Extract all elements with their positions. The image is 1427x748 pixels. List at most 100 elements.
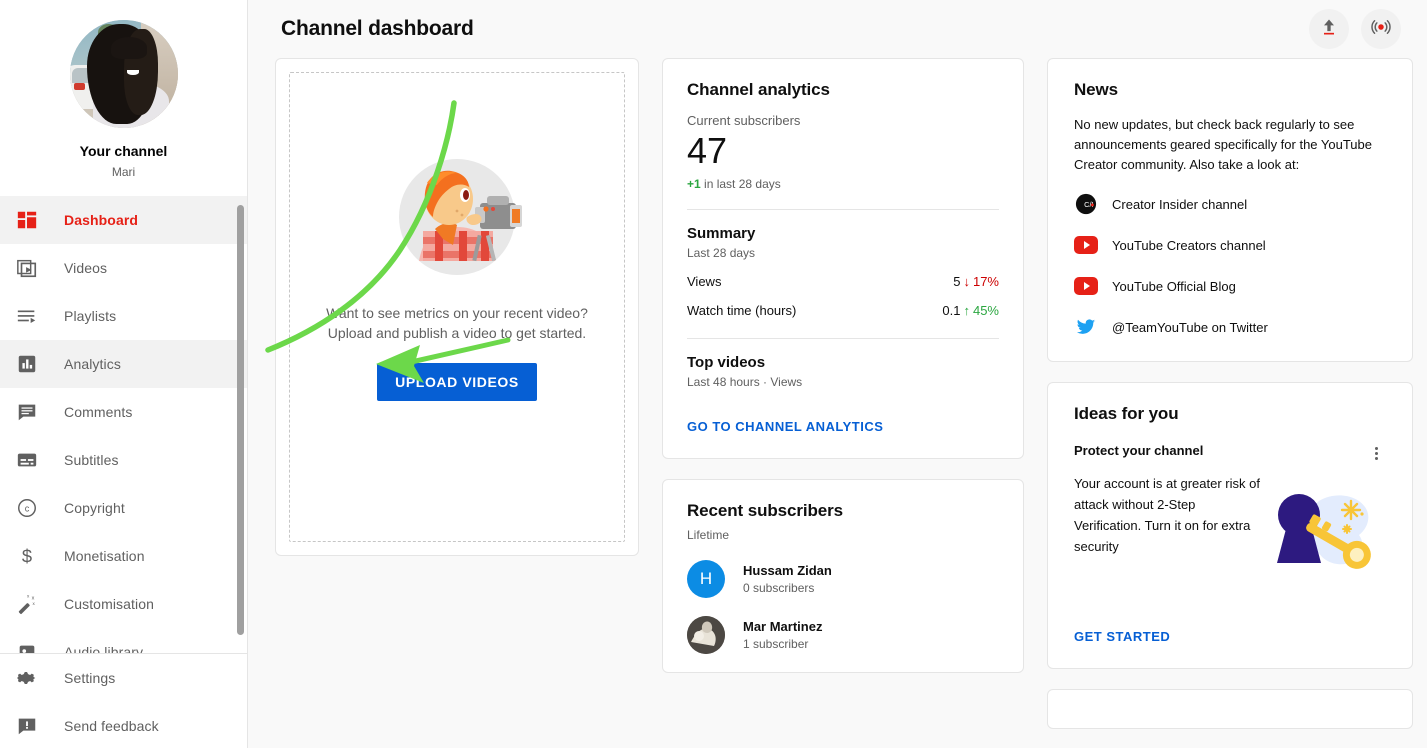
recent-subscribers-card: Recent subscribers Lifetime H Hussam Zid… <box>662 479 1024 673</box>
card-title: News <box>1074 80 1119 99</box>
news-link-youtube-creators[interactable]: YouTube Creators channel <box>1074 233 1386 257</box>
dashboard-columns: Want to see metrics on your recent video… <box>248 58 1427 729</box>
trend-down-icon: ↓ <box>963 274 970 289</box>
sidebar-item-label: Comments <box>64 404 133 420</box>
sidebar: Your channel Mari Dashboard Videos Playl… <box>0 0 248 748</box>
lock-and-key-illustration <box>1261 487 1386 579</box>
sidebar-item-label: Videos <box>64 260 108 276</box>
copyright-icon: c <box>16 496 46 520</box>
channel-block: Your channel Mari <box>0 0 247 194</box>
sidebar-item-label: Monetisation <box>64 548 145 564</box>
metric-value-group: 5 ↓ 17% <box>953 274 999 289</box>
metric-value: 0.1 <box>942 303 961 318</box>
youtube-icon <box>1074 233 1098 257</box>
subscriber-name: Mar Martinez <box>743 619 823 634</box>
sidebar-item-videos[interactable]: Videos <box>0 244 247 292</box>
sidebar-item-customisation[interactable]: xxx Customisation <box>0 580 247 628</box>
subscriber-row[interactable]: Mar Martinez 1 subscriber <box>687 616 999 654</box>
go-to-channel-analytics-link[interactable]: GO TO CHANNEL ANALYTICS <box>687 419 883 434</box>
gear-icon <box>16 666 46 690</box>
analytics-icon <box>16 352 46 376</box>
sidebar-item-monetisation[interactable]: $ Monetisation <box>0 532 247 580</box>
upload-dropzone[interactable]: Want to see metrics on your recent video… <box>289 72 625 542</box>
news-link-label: @TeamYouTube on Twitter <box>1112 319 1268 335</box>
sidebar-item-comments[interactable]: Comments <box>0 388 247 436</box>
feedback-icon <box>16 714 46 738</box>
sidebar-item-playlists[interactable]: Playlists <box>0 292 247 340</box>
sidebar-item-label: Analytics <box>64 356 121 372</box>
metric-row: Watch time (hours) 0.1 ↑ 45% <box>687 303 999 318</box>
youtube-icon <box>1074 274 1098 298</box>
videographer-illustration <box>383 143 531 291</box>
subscribers-delta-value: +1 <box>687 177 701 191</box>
news-link-label: YouTube Official Blog <box>1112 278 1236 294</box>
page-title: Channel dashboard <box>281 17 474 40</box>
upload-button[interactable] <box>1309 9 1349 49</box>
main-area: Channel dashboard Want to see metrics on… <box>248 0 1427 748</box>
sidebar-item-label: Audio library <box>64 644 144 653</box>
sidebar-item-dashboard[interactable]: Dashboard <box>0 196 247 244</box>
playlists-icon <box>16 304 46 328</box>
avatar <box>687 616 725 654</box>
top-actions <box>1309 9 1401 49</box>
svg-text:x: x <box>27 594 30 599</box>
news-link-youtube-blog[interactable]: YouTube Official Blog <box>1074 274 1386 298</box>
news-link-twitter[interactable]: @TeamYouTube on Twitter <box>1074 315 1386 339</box>
metric-value: 5 <box>953 274 961 289</box>
sidebar-nav: Dashboard Videos Playlists Analytics Com… <box>0 194 247 748</box>
svg-text:c: c <box>25 504 30 514</box>
kebab-menu-icon[interactable] <box>1366 443 1386 463</box>
card-title: Channel analytics <box>687 80 830 99</box>
card-title: Ideas for you <box>1074 404 1179 423</box>
subscriber-row[interactable]: H Hussam Zidan 0 subscribers <box>687 560 999 598</box>
sidebar-item-subtitles[interactable]: Subtitles <box>0 436 247 484</box>
magic-wand-icon: xxx <box>16 592 46 616</box>
top-videos-title: Top videos <box>687 354 766 371</box>
sidebar-item-label: Customisation <box>64 596 155 612</box>
idea-title: Protect your channel <box>1074 443 1204 458</box>
upload-prompt-line1: Want to see metrics on your recent video… <box>326 305 588 321</box>
audio-library-icon <box>16 640 46 653</box>
subscribers-delta-suffix: in last 28 days <box>704 177 781 191</box>
subscribers-delta: +1 in last 28 days <box>687 177 999 191</box>
metric-label: Views <box>687 274 722 289</box>
avatar-initial: H <box>699 569 713 588</box>
news-link-label: Creator Insider channel <box>1112 196 1248 212</box>
channel-avatar[interactable] <box>69 20 178 128</box>
upload-videos-button[interactable]: UPLOAD VIDEOS <box>377 363 537 401</box>
news-card: News No new updates, but check back regu… <box>1047 58 1413 362</box>
sidebar-item-label: Settings <box>64 670 116 686</box>
channel-name: Mari <box>111 165 136 179</box>
get-started-link[interactable]: GET STARTED <box>1074 629 1170 644</box>
go-live-button[interactable] <box>1361 9 1401 49</box>
top-bar: Channel dashboard <box>248 0 1427 58</box>
sidebar-item-copyright[interactable]: c Copyright <box>0 484 247 532</box>
next-card-partial <box>1047 689 1413 729</box>
sidebar-item-settings[interactable]: Settings <box>0 654 247 702</box>
news-link-label: YouTube Creators channel <box>1112 237 1266 253</box>
dollar-icon: $ <box>16 544 46 568</box>
channel-label: Your channel <box>79 143 168 159</box>
news-body: No new updates, but check back regularly… <box>1074 117 1372 172</box>
column-left: Want to see metrics on your recent video… <box>275 58 639 729</box>
sidebar-scrollbar[interactable] <box>237 205 244 635</box>
svg-text:x: x <box>33 601 36 606</box>
twitter-icon <box>1074 315 1098 339</box>
subtitles-icon <box>16 448 46 472</box>
subscriber-name: Hussam Zidan <box>743 563 832 578</box>
sidebar-item-analytics[interactable]: Analytics <box>0 340 247 388</box>
summary-range: Last 28 days <box>687 246 756 260</box>
metric-value-group: 0.1 ↑ 45% <box>942 303 999 318</box>
card-title: Recent subscribers <box>687 501 843 520</box>
upload-icon <box>1319 17 1339 42</box>
current-subscribers-label: Current subscribers <box>687 113 801 128</box>
metric-row: Views 5 ↓ 17% <box>687 274 999 289</box>
dashboard-icon <box>16 208 46 232</box>
sidebar-item-audio-library[interactable]: Audio library <box>0 628 247 653</box>
sidebar-item-send-feedback[interactable]: Send feedback <box>0 702 247 748</box>
comments-icon <box>16 400 46 424</box>
ideas-for-you-card: Ideas for you Protect your channel Your … <box>1047 382 1413 669</box>
svg-text:$: $ <box>22 545 32 566</box>
news-link-creator-insider[interactable]: C/I Creator Insider channel <box>1074 192 1386 216</box>
upload-prompt: Want to see metrics on your recent video… <box>326 303 588 343</box>
